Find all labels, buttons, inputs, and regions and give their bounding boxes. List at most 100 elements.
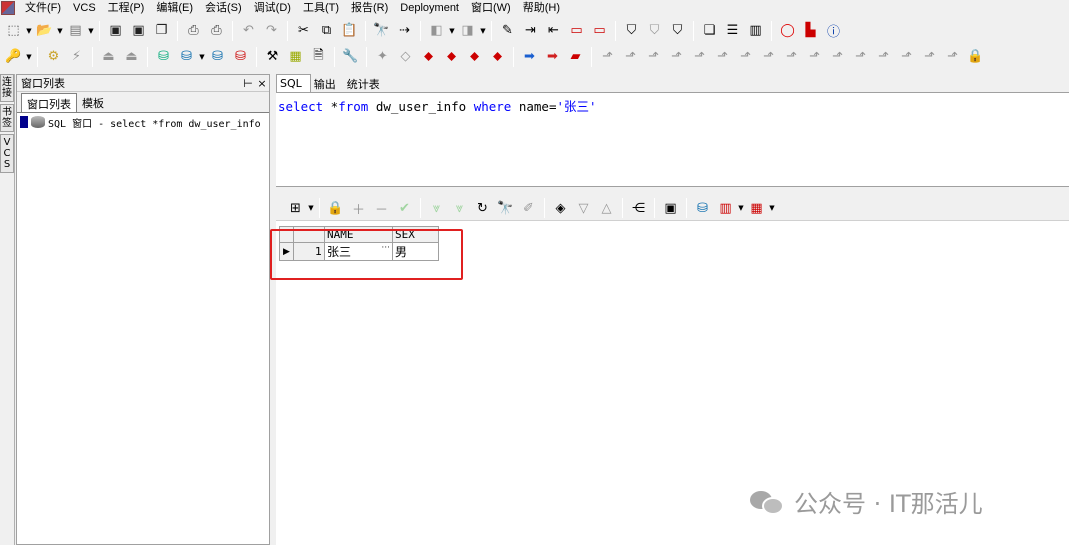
open-window-icon[interactable]: ▤	[65, 20, 86, 41]
indent-icon[interactable]: ⇥	[520, 20, 541, 41]
menu-project[interactable]: 工程(P)	[102, 0, 151, 16]
rollback-icon[interactable]: ⏏	[121, 46, 142, 67]
step-over-icon[interactable]: ◇	[395, 46, 416, 67]
breakpoint-2-icon[interactable]: ⬥	[441, 46, 462, 67]
forward-icon[interactable]: ◨	[457, 20, 478, 41]
describe-icon[interactable]: ⛉	[621, 20, 642, 41]
debug-7-icon[interactable]: ⬏	[735, 46, 756, 67]
cut-icon[interactable]: ✂	[293, 20, 314, 41]
save-all-icon[interactable]: ❐	[151, 20, 172, 41]
menu-edit[interactable]: 编辑(E)	[150, 0, 199, 16]
tab-window-list[interactable]: 窗口列表	[21, 93, 77, 112]
close-icon[interactable]: ×	[255, 77, 269, 90]
debug-12-icon[interactable]: ⬏	[850, 46, 871, 67]
export-db-icon[interactable]: ⛁	[692, 198, 713, 219]
tab-output[interactable]: 输出	[311, 74, 344, 92]
insert-record-icon[interactable]: ＋	[348, 198, 369, 219]
save-icon[interactable]: ▣	[105, 20, 126, 41]
sql-editor[interactable]: select *from dw_user_info where name='张三…	[276, 93, 1069, 187]
arrow-right-red-icon[interactable]: ➡	[542, 46, 563, 67]
debug-10-icon[interactable]: ⬏	[804, 46, 825, 67]
find-next-icon[interactable]: ⇢	[394, 20, 415, 41]
chart-icon[interactable]: ▥	[715, 198, 736, 219]
sql-db-icon[interactable]: ⛁	[176, 46, 197, 67]
pdf-icon[interactable]: ▙	[800, 20, 821, 41]
list-item[interactable]: SQL 窗口 - select *from dw_user_info	[17, 113, 269, 131]
breakpoint-3-icon[interactable]: ⬥	[464, 46, 485, 67]
breakpoint-icon[interactable]: ⬥	[418, 46, 439, 67]
open-dropdown-icon[interactable]: ▼	[56, 27, 64, 35]
schedule-icon[interactable]: 🗎	[308, 46, 329, 67]
export-save-icon[interactable]: ▣	[660, 198, 681, 219]
menu-tools[interactable]: 工具(T)	[297, 0, 345, 16]
db-stop-icon[interactable]: ⛁	[230, 46, 251, 67]
last-page-icon[interactable]: ⩔	[449, 198, 470, 219]
lock-records-icon[interactable]: 🔒	[325, 198, 346, 219]
copy-icon[interactable]: ⧉	[316, 20, 337, 41]
back-dropdown-icon[interactable]: ▼	[448, 27, 456, 35]
break-icon[interactable]: ⚡	[66, 46, 87, 67]
uncomment-icon[interactable]: ▭	[589, 20, 610, 41]
describe-3-icon[interactable]: ⛉	[667, 20, 688, 41]
print-icon[interactable]: ⎙	[183, 20, 204, 41]
menu-deployment[interactable]: Deployment	[394, 0, 465, 16]
menu-help[interactable]: 帮助(H)	[517, 0, 566, 16]
find-icon[interactable]: 🔭	[371, 20, 392, 41]
grid-select-dropdown-icon[interactable]: ▼	[307, 204, 315, 212]
template-icon[interactable]: ▦	[285, 46, 306, 67]
debug-11-icon[interactable]: ⬏	[827, 46, 848, 67]
tab-statistics[interactable]: 统计表	[344, 74, 388, 92]
debug-15-icon[interactable]: ⬏	[919, 46, 940, 67]
debug-14-icon[interactable]: ⬏	[896, 46, 917, 67]
single-record-view-icon[interactable]: ⋲	[628, 198, 649, 219]
info-icon[interactable]: ⓘ	[823, 20, 844, 41]
execute-icon[interactable]: ⚙	[43, 46, 64, 67]
format-icon[interactable]: ✎	[497, 20, 518, 41]
tab-templates[interactable]: 模板	[77, 93, 109, 112]
tab-sql[interactable]: SQL	[276, 74, 311, 92]
menu-window[interactable]: 窗口(W)	[465, 0, 517, 16]
lock-icon[interactable]: 🔒	[965, 46, 986, 67]
pin-icon[interactable]: ⊢	[241, 77, 255, 90]
tile-vertical-icon[interactable]: ▥	[745, 20, 766, 41]
debug-16-icon[interactable]: ⬏	[942, 46, 963, 67]
chart-dropdown-icon[interactable]: ▼	[737, 204, 745, 212]
export-table-dropdown-icon[interactable]: ▼	[768, 204, 776, 212]
debug-6-icon[interactable]: ⬏	[712, 46, 733, 67]
menu-file[interactable]: 文件(F)	[19, 0, 67, 16]
refresh-icon[interactable]: ↻	[472, 198, 493, 219]
editor-grid-splitter[interactable]	[276, 187, 1069, 196]
debug-8-icon[interactable]: ⬏	[758, 46, 779, 67]
debug-9-icon[interactable]: ⬏	[781, 46, 802, 67]
open-folder-icon[interactable]: 📂	[34, 20, 55, 41]
find-records-icon[interactable]: 🔭	[495, 198, 516, 219]
explain-plan-icon[interactable]: ⚒	[262, 46, 283, 67]
query-by-example-icon[interactable]: ◈	[550, 198, 571, 219]
back-icon[interactable]: ◧	[426, 20, 447, 41]
vtab-vcs[interactable]: VCS	[0, 134, 14, 173]
menu-vcs[interactable]: VCS	[67, 0, 102, 16]
new-dropdown-icon[interactable]: ▼	[25, 27, 33, 35]
new-icon[interactable]: ⬚	[3, 20, 24, 41]
vtab-bookmarks[interactable]: 书签	[0, 104, 14, 132]
key-icon[interactable]: 🔑	[3, 46, 24, 67]
tile-horizontal-icon[interactable]: ☰	[722, 20, 743, 41]
unindent-icon[interactable]: ⇤	[543, 20, 564, 41]
debug-13-icon[interactable]: ⬏	[873, 46, 894, 67]
menu-session[interactable]: 会话(S)	[199, 0, 248, 16]
breakpoint-4-icon[interactable]: ⬥	[487, 46, 508, 67]
redo-icon[interactable]: ↷	[261, 20, 282, 41]
cascade-icon[interactable]: ❏	[699, 20, 720, 41]
red-tool-icon[interactable]: ▰	[565, 46, 586, 67]
arrow-right-blue-icon[interactable]: ➡	[519, 46, 540, 67]
undo-icon[interactable]: ↶	[238, 20, 259, 41]
menu-debug[interactable]: 调试(D)	[248, 0, 297, 16]
db-run-icon[interactable]: ⛁	[207, 46, 228, 67]
commit-icon[interactable]: ⏏	[98, 46, 119, 67]
save-as-icon[interactable]: ▣	[128, 20, 149, 41]
debug-4-icon[interactable]: ⬏	[666, 46, 687, 67]
window-dropdown-icon[interactable]: ▼	[87, 27, 95, 35]
debug-1-icon[interactable]: ⬏	[597, 46, 618, 67]
debug-2-icon[interactable]: ⬏	[620, 46, 641, 67]
vtab-connections[interactable]: 连接	[0, 74, 14, 102]
